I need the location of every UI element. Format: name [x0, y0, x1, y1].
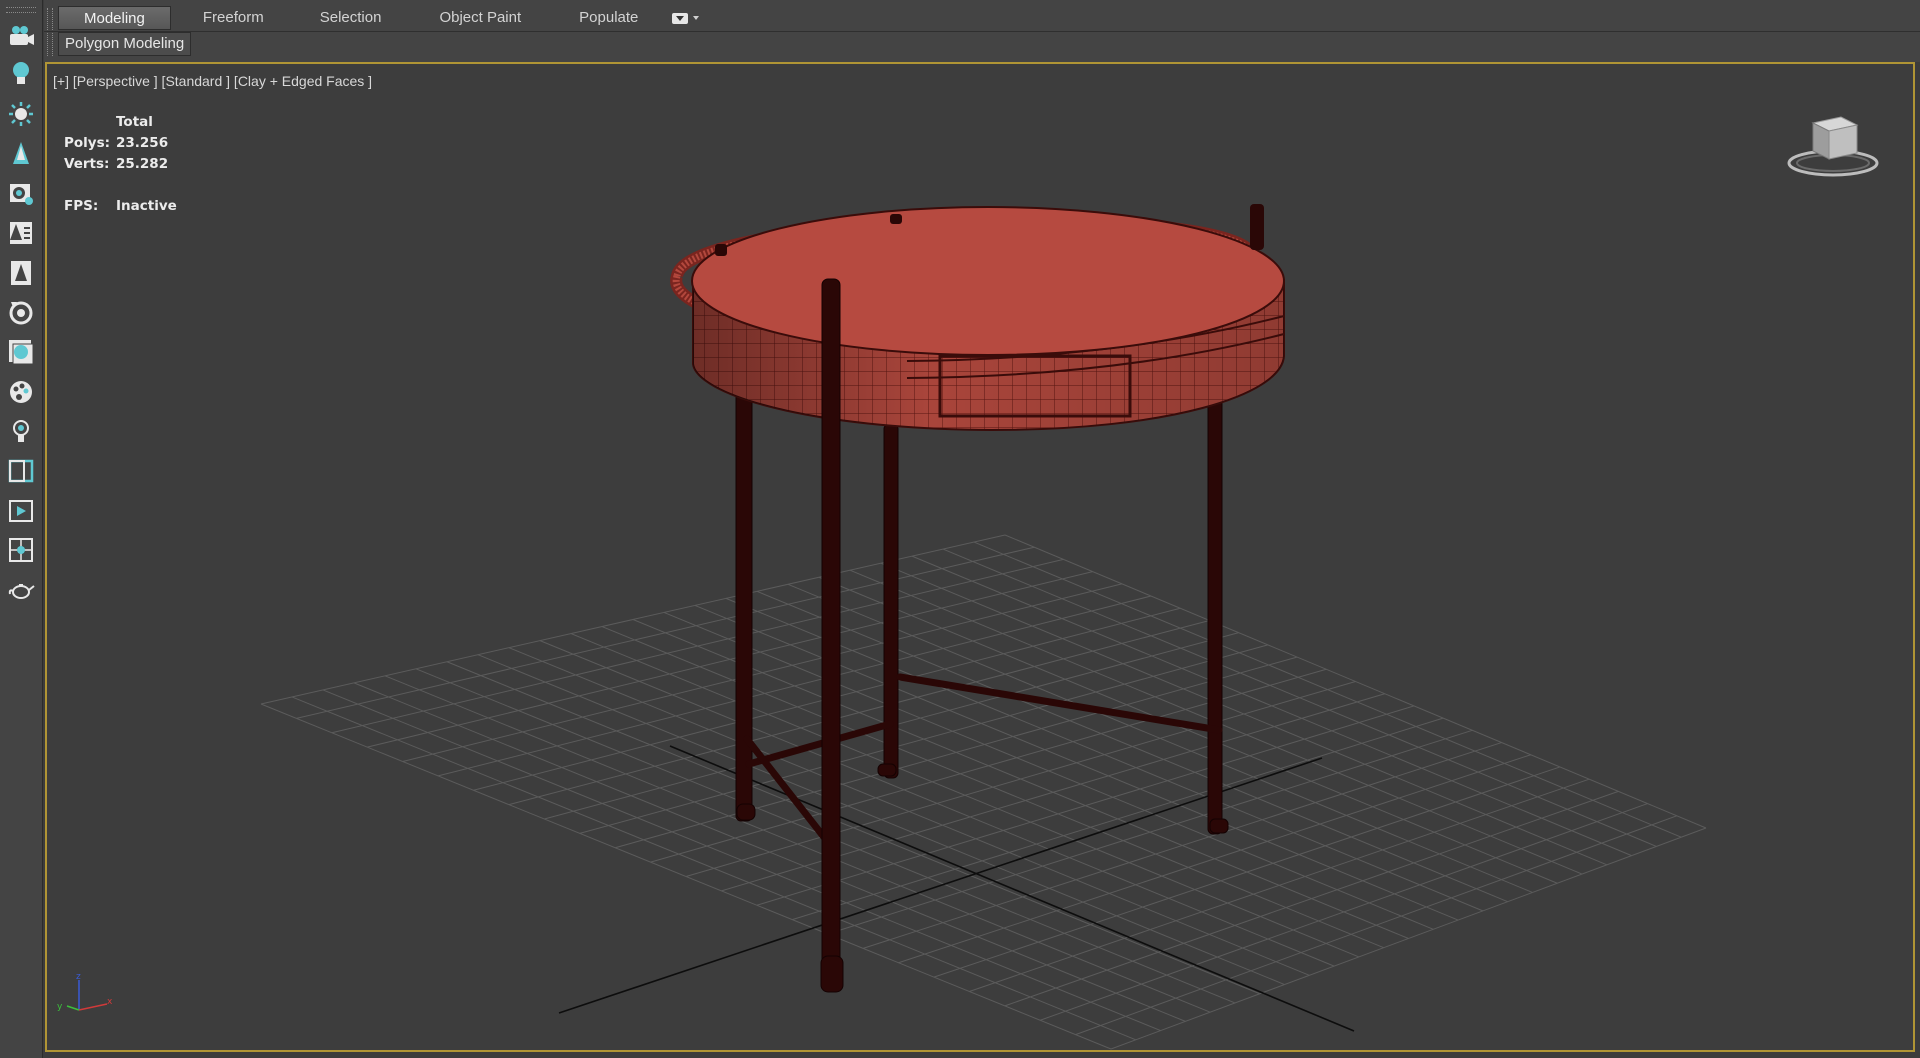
grid-line [911, 555, 1632, 857]
fps-value: Inactive [116, 198, 177, 214]
light-icon[interactable] [5, 415, 37, 447]
grid-line [1075, 815, 1677, 1036]
tab-populate[interactable]: Populate [567, 6, 650, 30]
material-icon[interactable] [5, 336, 37, 368]
ribbon-grip[interactable] [47, 8, 53, 56]
grid-line [818, 576, 1558, 884]
grid-line [1039, 803, 1648, 1021]
grid-line [694, 604, 1459, 921]
grid-line [880, 562, 1608, 866]
chevron-down-icon [693, 16, 700, 20]
camera-icon[interactable] [5, 20, 37, 52]
polys-value: 23.256 [116, 135, 169, 151]
ribbon-panel-row: Polygon Modeling [58, 32, 192, 56]
grid-line [973, 541, 1682, 838]
grid-line [756, 590, 1508, 903]
axis-x-label: x [107, 997, 113, 1007]
grid-line [1004, 790, 1619, 1007]
ribbon-tab-row: Modeling Freeform Selection Object Paint… [58, 6, 700, 30]
table-top-face [691, 206, 1285, 356]
left-toolbar [0, 0, 43, 1058]
ribbon-divider [44, 31, 1920, 32]
tab-object-paint[interactable]: Object Paint [427, 6, 533, 30]
ground-grid [260, 534, 1707, 1050]
grid-line [933, 766, 1561, 978]
axis-y-label: y [57, 1002, 63, 1012]
grid-line [663, 611, 1434, 930]
sun-icon[interactable] [5, 98, 37, 130]
table-leg-front [820, 278, 844, 993]
ribbon-options-icon [672, 12, 689, 24]
paint-palette-icon[interactable] [5, 376, 37, 408]
ribbon: Modeling Freeform Selection Object Paint… [44, 0, 1920, 62]
viewport-label[interactable]: [+] [Perspective ] [Standard ] [Clay + E… [53, 73, 372, 89]
axis-z-label: z [76, 972, 81, 982]
verts-label: Verts: [64, 156, 110, 172]
grid-line [685, 681, 1356, 877]
render-frame-icon[interactable] [5, 495, 37, 527]
app-window: Modeling Freeform Selection Object Paint… [0, 0, 1920, 1058]
view-camera-icon[interactable] [5, 177, 37, 209]
viewcube-icon[interactable] [1783, 111, 1883, 181]
toolbar-grip[interactable] [6, 7, 36, 13]
verts-value: 25.282 [116, 156, 169, 172]
scene-canvas[interactable] [47, 64, 1913, 1050]
grid-line [721, 693, 1385, 892]
grid-line [942, 548, 1657, 847]
pine-tree-icon[interactable] [5, 257, 37, 289]
polys-label: Polys: [64, 135, 111, 151]
perspective-viewport[interactable]: [+] [Perspective ] [Standard ] [Clay + E… [45, 62, 1915, 1052]
tab-freeform[interactable]: Freeform [191, 6, 276, 30]
grid-line [1004, 534, 1707, 829]
turntable-icon[interactable] [5, 296, 37, 328]
fps-label: FPS: [64, 198, 99, 214]
polygon-modeling-button[interactable]: Polygon Modeling [58, 32, 192, 56]
axis-tripod-icon: z x y [57, 972, 113, 1012]
snap-icon[interactable] [5, 534, 37, 566]
tab-modeling[interactable]: Modeling [58, 6, 171, 30]
tree-icon[interactable] [5, 138, 37, 170]
grid-line [969, 778, 1590, 992]
ribbon-options-dropdown[interactable] [672, 12, 700, 24]
viewport-layout-icon[interactable] [5, 455, 37, 487]
teapot-icon[interactable] [5, 574, 37, 606]
tab-selection[interactable]: Selection [308, 6, 394, 30]
foliage-icon[interactable] [5, 217, 37, 249]
stats-header: Total [116, 114, 153, 130]
light-bulb-icon[interactable] [5, 58, 37, 90]
